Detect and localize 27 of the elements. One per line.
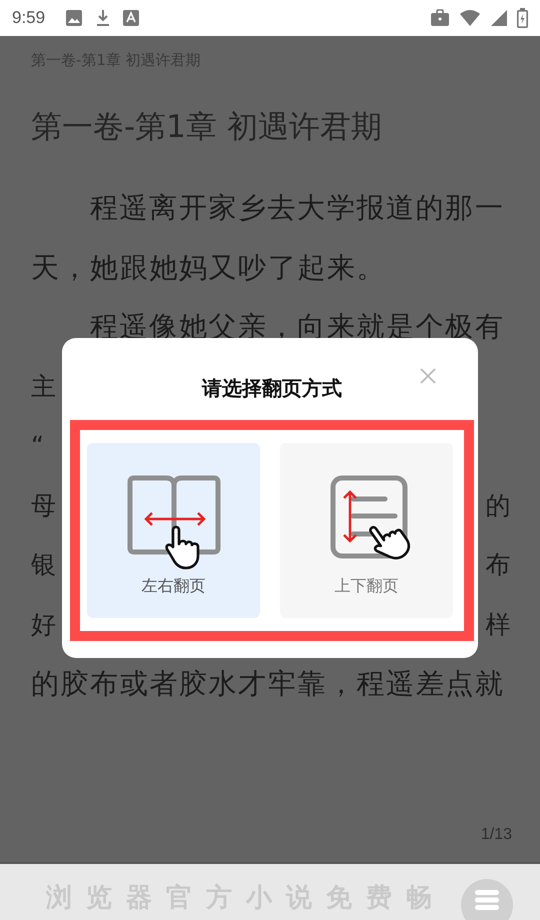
text-fragment: 布 bbox=[485, 549, 512, 581]
text-line: 的胶布或者胶水才牢靠，程遥差点就 bbox=[31, 666, 506, 702]
page-mode-option[interactable]: 上下翻页 bbox=[280, 443, 453, 618]
text-fragment: 的 bbox=[485, 490, 512, 522]
dialog-title: 请选择翻页方式 bbox=[202, 374, 342, 402]
menu-icon bbox=[475, 889, 499, 911]
text-icon bbox=[123, 10, 140, 26]
image-icon bbox=[65, 9, 84, 27]
text-fragment: 银 bbox=[31, 549, 58, 581]
status-time: 9:59 bbox=[12, 8, 46, 28]
text-fragment: “ bbox=[31, 430, 46, 462]
book-hand-icon bbox=[126, 474, 222, 570]
text-line: 程遥离开家乡去大学报道的那一 bbox=[89, 190, 506, 226]
text-fragment: 样 bbox=[485, 608, 512, 640]
text-fragment: 母 bbox=[31, 490, 58, 522]
chapter-title: 第一卷-第1章 初遇许君期 bbox=[31, 108, 383, 147]
wifi-icon bbox=[459, 9, 481, 27]
close-button[interactable] bbox=[418, 366, 438, 386]
text-line: 天，她跟她妈又吵了起来。 bbox=[31, 250, 388, 286]
download-icon bbox=[95, 9, 112, 27]
text-fragment: 好 bbox=[31, 608, 58, 640]
briefcase-icon bbox=[430, 9, 450, 27]
text-fragment: 主 bbox=[31, 370, 58, 402]
signal-icon bbox=[490, 9, 508, 27]
close-icon bbox=[420, 368, 436, 384]
battery-icon bbox=[517, 8, 528, 28]
page-mode-option[interactable]: 左右翻页 bbox=[87, 443, 260, 618]
